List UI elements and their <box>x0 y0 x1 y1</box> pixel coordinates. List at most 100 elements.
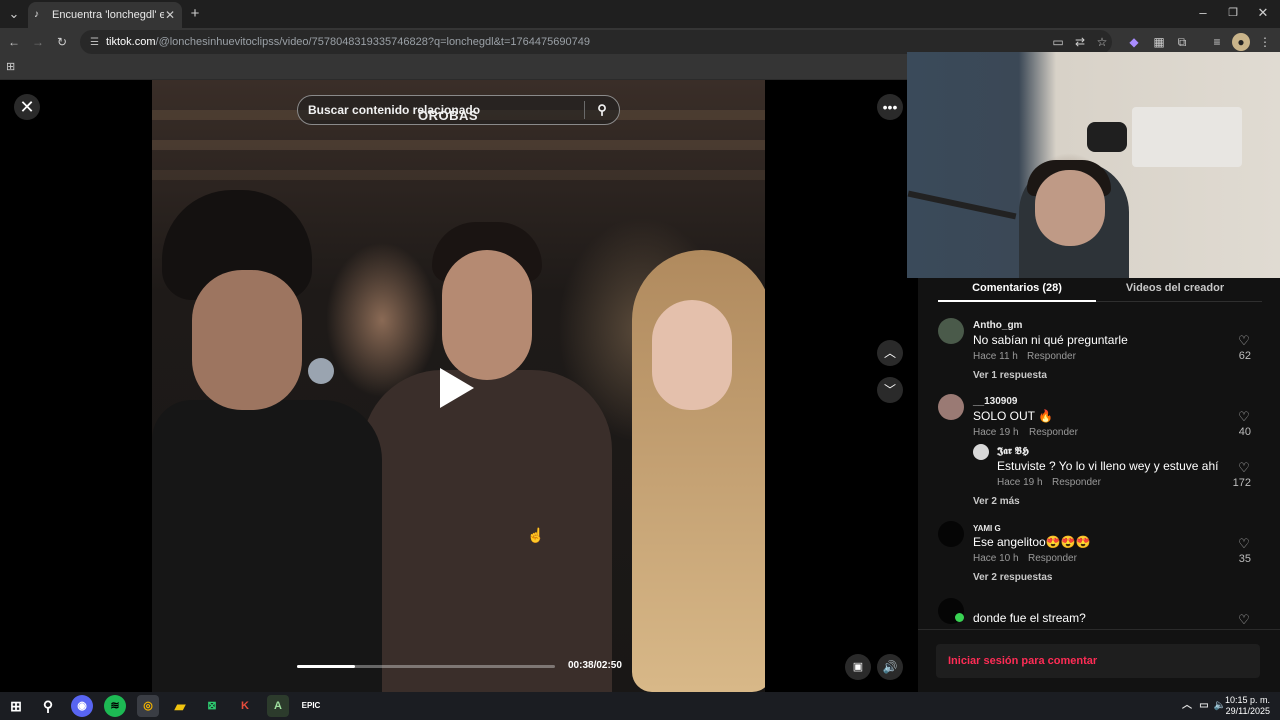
address-bar[interactable]: ☰ tiktok.com/@lonchesinhuevitoclipss/vid… <box>80 30 1112 54</box>
minimize-window-icon[interactable]: – <box>1192 0 1214 26</box>
reply-username[interactable]: 𝕵𝖆𝖗 𝕭𝕳 <box>997 446 1029 457</box>
heart-icon[interactable]: ♡ <box>1236 409 1252 425</box>
avatar[interactable] <box>973 444 989 460</box>
ceiling-beam <box>152 170 765 180</box>
reply-link[interactable]: Responder <box>1028 553 1077 564</box>
person-middle-face <box>442 250 532 380</box>
comment-time: Hace 11 h <box>973 351 1018 362</box>
url-path: /@lonchesinhuevitoclipss/video/757804831… <box>155 36 590 48</box>
tab-comments[interactable]: Comentarios (28) <box>938 278 1096 302</box>
comment-username[interactable]: __130909 <box>973 396 1018 407</box>
spotify-icon[interactable]: ≋ <box>104 695 126 717</box>
search-icon[interactable]: ⚲ <box>585 102 619 118</box>
avatar[interactable] <box>938 394 964 420</box>
person-left-face <box>192 270 302 410</box>
comment-time: Hace 19 h <box>973 427 1019 438</box>
clock-date: 29/11/2025 <box>1225 706 1270 716</box>
volume-icon[interactable]: 🔊 <box>877 654 903 680</box>
apps-grid-icon[interactable]: ⊞ <box>6 60 20 74</box>
windows-start-icon[interactable]: ⊞ <box>5 695 27 717</box>
reply-link[interactable]: Responder <box>1027 351 1076 362</box>
tab-search-chevron-icon[interactable]: ⌄ <box>4 1 24 27</box>
heart-icon[interactable]: ♡ <box>1236 460 1252 476</box>
panel-divider <box>918 629 1280 630</box>
epic-games-icon[interactable]: EPIC <box>300 695 322 717</box>
reply-link[interactable]: Responder <box>1029 427 1078 438</box>
person-left-shirt <box>152 400 382 692</box>
mouse-pointer-icon: ☝ <box>527 527 545 543</box>
webcam-bed <box>1132 107 1242 167</box>
comment-text: donde fue el stream? <box>973 611 1086 625</box>
cast-icon[interactable]: ▭ <box>1049 33 1067 51</box>
ceiling-beam <box>152 140 765 150</box>
tab-title: Encuentra 'lonchegdl' en TikTok <box>52 9 164 21</box>
reply-link[interactable]: Responder <box>1052 477 1101 488</box>
app-a-icon[interactable]: A <box>267 695 289 717</box>
chrome-icon[interactable]: ◎ <box>137 695 159 717</box>
video-timecode: 00:38/02:50 <box>568 660 622 671</box>
url-domain: tiktok.com <box>106 36 156 48</box>
video-progress-bar[interactable] <box>297 665 555 668</box>
webcam-mic-arm <box>907 190 1017 220</box>
avatar[interactable] <box>938 318 964 344</box>
network-icon[interactable]: ▭ <box>1197 695 1211 717</box>
extension-grid-icon[interactable]: ▦ <box>1150 33 1168 51</box>
like-count: 172 <box>1232 477 1251 489</box>
taskbar-clock[interactable]: 10:15 p. m. 29/11/2025 <box>1225 695 1270 717</box>
os-taskbar: ⊞ ⚲ ◉ ≋ ◎ ▰ ⊠ K A EPIC ︿ ▭ 🔈 10:15 p. m.… <box>0 692 1280 720</box>
forward-arrow-icon[interactable]: → <box>29 33 47 51</box>
translate-icon[interactable]: ⇄ <box>1071 33 1089 51</box>
tiktok-favicon-icon: ♪ <box>34 9 39 20</box>
picture-in-picture-icon[interactable]: ▣ <box>845 654 871 680</box>
like-count: 40 <box>1238 426 1251 438</box>
reply-time: Hace 19 h <box>997 477 1043 488</box>
microphone <box>308 358 334 384</box>
search-icon[interactable]: ⚲ <box>37 695 59 717</box>
browser-tab-strip: ⌄ ♪ Encuentra 'lonchegdl' en TikTok ✕ + … <box>0 0 1280 28</box>
next-video-chevron-down-icon[interactable]: ﹀ <box>877 377 903 403</box>
webcam-person-face <box>1035 170 1105 246</box>
tab-close-icon[interactable]: ✕ <box>164 8 176 22</box>
close-video-button[interactable]: ✕ <box>14 94 40 120</box>
xbox-icon[interactable]: ⊠ <box>201 695 223 717</box>
reload-icon[interactable]: ↻ <box>53 33 71 51</box>
back-arrow-icon[interactable]: ← <box>5 33 23 51</box>
tray-chevron-up-icon[interactable]: ︿ <box>1180 695 1194 717</box>
extension-icon[interactable]: ◆ <box>1125 33 1143 51</box>
video-progress-fill <box>297 665 356 668</box>
new-tab-plus-icon[interactable]: + <box>186 1 204 27</box>
reply-text: Estuviste ? Yo lo vi lleno wey y estuve … <box>997 459 1219 473</box>
discord-icon[interactable]: ◉ <box>71 695 93 717</box>
heart-icon[interactable]: ♡ <box>1236 536 1252 552</box>
reading-list-icon[interactable]: ≡ <box>1208 33 1226 51</box>
panel-tabs: Comentarios (28) Videos del creador <box>938 278 1262 302</box>
site-info-icon[interactable]: ☰ <box>90 37 106 48</box>
comments-panel: Comentarios (28) Videos del creador Anth… <box>918 278 1280 692</box>
comment-username[interactable]: YAMI G <box>973 524 1001 533</box>
close-window-icon[interactable]: ✕ <box>1252 0 1274 26</box>
app-k-icon[interactable]: K <box>234 695 256 717</box>
profile-avatar-icon[interactable]: ● <box>1232 33 1250 51</box>
person-middle-shirt <box>362 370 612 692</box>
extensions-puzzle-icon[interactable]: ⧉ <box>1173 33 1191 51</box>
login-to-comment-button[interactable]: Iniciar sesión para comentar <box>936 644 1260 678</box>
more-options-icon[interactable]: ••• <box>877 94 903 120</box>
browser-tab-active[interactable]: ♪ Encuentra 'lonchegdl' en TikTok ✕ <box>28 2 182 28</box>
comment-text: SOLO OUT 🔥 <box>973 409 1054 423</box>
view-more-replies-link[interactable]: Ver 2 más <box>973 496 1020 507</box>
play-icon[interactable] <box>440 368 474 408</box>
previous-video-chevron-up-icon[interactable]: ︿ <box>877 340 903 366</box>
person-right-face <box>652 300 732 410</box>
tab-creator-videos[interactable]: Videos del creador <box>1096 278 1254 302</box>
restore-window-icon[interactable]: ❐ <box>1222 0 1244 26</box>
menu-kebab-icon[interactable]: ⋮ <box>1256 33 1274 51</box>
heart-icon[interactable]: ♡ <box>1236 612 1252 628</box>
view-replies-link[interactable]: Ver 2 respuestas <box>973 572 1053 583</box>
comment-username[interactable]: Antho_gm <box>973 320 1022 331</box>
bookmark-star-icon[interactable]: ☆ <box>1093 33 1111 51</box>
file-explorer-icon[interactable]: ▰ <box>169 695 191 717</box>
webcam-overlay <box>907 52 1280 278</box>
heart-icon[interactable]: ♡ <box>1236 333 1252 349</box>
view-replies-link[interactable]: Ver 1 respuesta <box>973 370 1047 381</box>
avatar[interactable] <box>938 521 964 547</box>
